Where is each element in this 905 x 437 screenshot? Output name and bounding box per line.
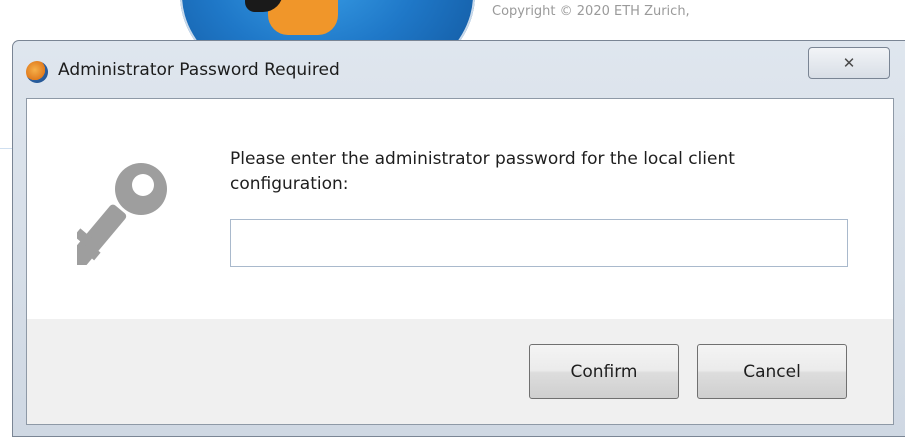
dialog-message: Please enter the administrator password …	[230, 149, 735, 194]
password-field[interactable]	[230, 219, 848, 267]
background-logo-part	[268, 0, 338, 35]
close-button[interactable]: ✕	[808, 47, 890, 79]
dialog-footer: Confirm Cancel	[27, 319, 893, 424]
dialog-client-area: Please enter the administrator password …	[26, 98, 894, 425]
key-icon	[77, 163, 167, 265]
dialog-content: Please enter the administrator password …	[27, 99, 893, 319]
dialog-titlebar[interactable]: Administrator Password Required ✕	[13, 41, 905, 99]
dialog-title: Administrator Password Required	[58, 60, 340, 80]
admin-password-dialog: Administrator Password Required ✕ Please…	[12, 40, 905, 437]
app-logo-icon	[26, 61, 48, 83]
confirm-button[interactable]: Confirm	[529, 344, 679, 399]
cancel-button[interactable]: Cancel	[697, 344, 847, 399]
background-copyright: Copyright © 2020 ETH Zurich,	[492, 4, 690, 19]
close-icon: ✕	[842, 54, 856, 72]
